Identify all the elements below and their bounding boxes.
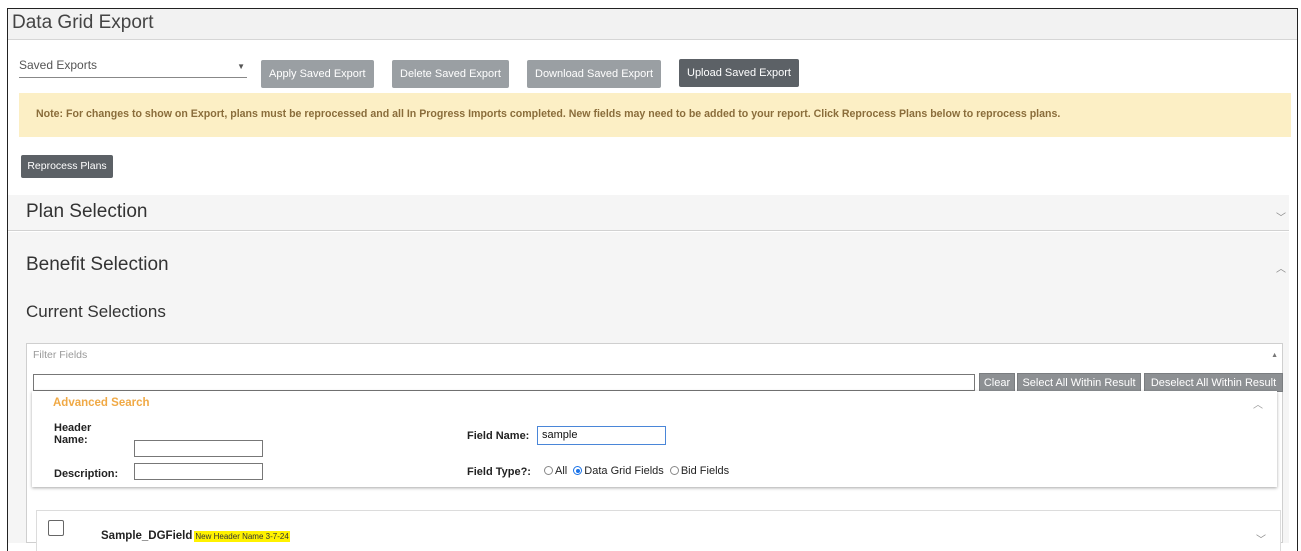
- row-checkbox[interactable]: [48, 520, 64, 536]
- delete-saved-export-button[interactable]: Delete Saved Export: [392, 60, 509, 88]
- radio-all[interactable]: [544, 466, 553, 475]
- radio-data-grid-fields-label: Data Grid Fields: [584, 465, 664, 477]
- field-type-radio-group: All Data Grid Fields Bid Fields: [544, 465, 729, 477]
- filter-search-input[interactable]: [33, 374, 975, 391]
- title-bar: Data Grid Export: [8, 9, 1297, 40]
- chevron-up-icon[interactable]: ︿: [1253, 396, 1263, 411]
- advanced-search-title[interactable]: Advanced Search: [53, 397, 150, 409]
- description-input[interactable]: [134, 463, 263, 480]
- advanced-search-panel: Advanced Search ︿ Header Name: Descripti…: [32, 391, 1277, 487]
- header-name-label-line2: Name:: [54, 434, 88, 446]
- field-type-label: Field Type?:: [467, 466, 531, 478]
- select-all-within-result-button[interactable]: Select All Within Result: [1017, 373, 1141, 392]
- field-name-text: Sample_DGField: [101, 530, 193, 542]
- header-name-input[interactable]: [134, 440, 263, 457]
- table-row[interactable]: Sample_DGField New Header Name 3-7-24 ﹀: [36, 510, 1281, 551]
- upload-saved-export-button[interactable]: Upload Saved Export: [679, 59, 799, 87]
- current-selections-heading: Current Selections: [26, 302, 166, 321]
- download-saved-export-button[interactable]: Download Saved Export: [527, 60, 662, 88]
- description-label: Description:: [54, 468, 119, 480]
- page-title: Data Grid Export: [12, 12, 154, 33]
- saved-exports-placeholder: Saved Exports: [19, 58, 98, 72]
- field-name-label: Field Name:: [467, 430, 530, 442]
- reprocess-plans-button[interactable]: Reprocess Plans: [21, 155, 113, 178]
- header-name-label: Header Name:: [54, 422, 91, 446]
- chevron-down-icon[interactable]: ﹀: [1276, 209, 1286, 224]
- radio-bid-fields[interactable]: [669, 466, 679, 475]
- chevron-up-icon[interactable]: ︿: [1276, 260, 1286, 275]
- chevron-down-icon[interactable]: ﹀: [1256, 531, 1266, 546]
- note-text: Note: For changes to show on Export, pla…: [36, 108, 1061, 120]
- reprocess-note: Note: For changes to show on Export, pla…: [19, 93, 1291, 137]
- deselect-all-within-result-button[interactable]: Deselect All Within Result: [1144, 373, 1283, 392]
- clear-button[interactable]: Clear: [979, 373, 1015, 392]
- result-field-name: Sample_DGField New Header Name 3-7-24: [101, 530, 290, 542]
- saved-exports-select[interactable]: Saved Exports ▼: [19, 56, 247, 78]
- benefit-selection-title: Benefit Selection: [26, 254, 169, 275]
- caret-up-icon[interactable]: ▲: [1271, 352, 1278, 359]
- caret-down-icon: ▼: [237, 62, 245, 71]
- filter-fields-label: Filter Fields: [33, 349, 88, 361]
- radio-bid-fields-label: Bid Fields: [680, 465, 730, 477]
- header-name-label-line1: Header: [54, 422, 92, 434]
- new-header-name-highlight: New Header Name 3-7-24: [194, 531, 290, 542]
- radio-all-label: All: [555, 465, 568, 477]
- radio-data-grid-fields[interactable]: [573, 466, 583, 475]
- plan-selection-title: Plan Selection: [26, 201, 148, 222]
- field-name-input[interactable]: sample: [537, 426, 666, 445]
- plan-selection-header[interactable]: Plan Selection ﹀: [8, 195, 1289, 231]
- apply-saved-export-button[interactable]: Apply Saved Export: [261, 60, 374, 88]
